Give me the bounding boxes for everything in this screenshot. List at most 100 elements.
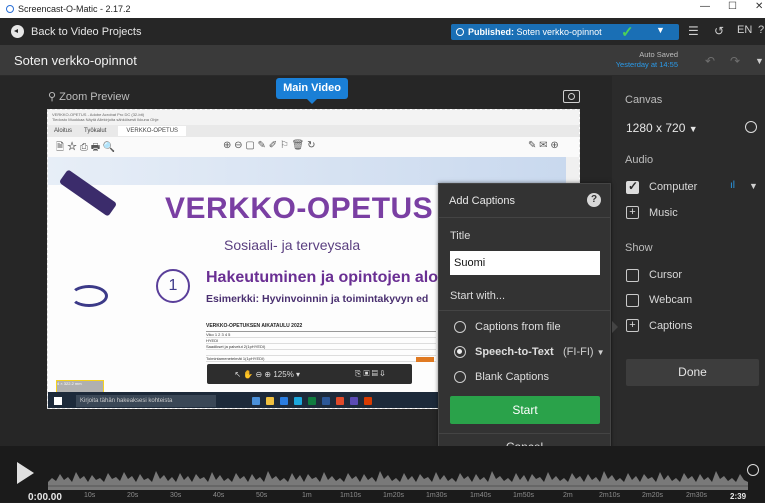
music-label[interactable]: Music: [649, 207, 678, 219]
editor-workspace: ⚲ Zoom Preview Main Video VERKKO-OPETUS …: [0, 76, 765, 446]
time-tick: 2m: [563, 492, 573, 499]
windows-start-icon: [54, 397, 62, 405]
slide-subheading: Esimerkki: Hyvinvoinnin ja toimintakyvyn…: [206, 293, 429, 305]
cursor-label: Cursor: [649, 269, 683, 281]
published-name: Soten verkko-opinnot: [516, 27, 602, 37]
captions-label[interactable]: Captions: [649, 320, 692, 332]
menu-stack-icon[interactable]: ☰: [688, 24, 699, 38]
speech-to-text-label[interactable]: Speech-to-Text: [475, 346, 554, 358]
captions-from-file-label[interactable]: Captions from file: [475, 321, 561, 333]
dialog-title: Add Captions: [449, 195, 516, 207]
autosave-status: Auto Saved Yesterday at 14:55: [606, 50, 678, 70]
cursor-checkbox[interactable]: [626, 269, 639, 282]
captions-from-file-radio[interactable]: [454, 321, 466, 333]
computer-audio-checkbox[interactable]: [626, 179, 639, 194]
project-bar: Soten verkko-opinnot Auto Saved Yesterda…: [0, 45, 765, 76]
chevron-down-icon[interactable]: ▼: [656, 25, 665, 35]
show-label: Show: [625, 242, 653, 254]
camera-icon[interactable]: [563, 90, 580, 103]
time-tick: 2m10s: [599, 492, 621, 499]
minimize-button[interactable]: —: [700, 1, 710, 12]
app-icon: [6, 5, 14, 13]
time-tick: 30s: [170, 492, 182, 499]
floating-toolbar-icons: ⎘ ▣ ▤ ⇩: [354, 369, 385, 378]
play-icon[interactable]: [17, 462, 34, 484]
speech-language-value: (FI-FI): [563, 346, 594, 358]
taskbar-app-icon: [364, 397, 372, 405]
time-tick: 2m30s: [686, 492, 708, 499]
time-tick: 1m40s: [470, 492, 492, 499]
slide-heading: Hakeutuminen ja opintojen alo: [206, 269, 439, 286]
audio-waveform: [48, 471, 748, 490]
add-captions-dialog: Add Captions ? Title Start with... Capti…: [438, 183, 618, 466]
back-arrow-icon[interactable]: [11, 25, 24, 38]
more-menu-icon[interactable]: ▼: [755, 56, 764, 66]
right-panel: Canvas 1280 x 720 ▼ Audio Computer ıl ▼ …: [612, 76, 765, 446]
window-title: Screencast-O-Matic - 2.17.2: [18, 4, 131, 14]
time-tick: 20s: [127, 492, 139, 499]
acrobat-tabs: Aloitus Työkalut VERKKO-OPETUS: [48, 125, 579, 137]
published-status-button[interactable]: Published: Soten verkko-opinnot ✓ ▼: [451, 24, 679, 41]
blank-captions-label[interactable]: Blank Captions: [475, 371, 549, 383]
help-icon[interactable]: ?: [758, 24, 764, 36]
divider: [439, 310, 610, 311]
divider: [439, 217, 610, 218]
title-field-label: Title: [450, 230, 471, 242]
speech-to-text-radio[interactable]: [454, 346, 466, 358]
autosave-time: Yesterday at 14:55: [615, 60, 678, 69]
caption-title-input[interactable]: [450, 251, 600, 275]
canvas-size-dropdown[interactable]: 1280 x 720 ▼: [626, 121, 698, 135]
help-icon[interactable]: ?: [587, 193, 601, 207]
main-video-tag[interactable]: Main Video: [276, 78, 348, 104]
time-tick: 1m: [302, 492, 312, 499]
close-button[interactable]: ✕: [755, 1, 763, 12]
webcam-checkbox[interactable]: [626, 294, 639, 307]
autosave-label: Auto Saved: [639, 50, 678, 59]
time-tick: 1m30s: [426, 492, 448, 499]
blank-captions-radio[interactable]: [454, 371, 466, 383]
chevron-down-icon[interactable]: ▼: [749, 181, 758, 191]
taskbar-app-icon: [266, 397, 274, 405]
redo-icon[interactable]: ↷: [730, 54, 740, 68]
taskbar-app-icon: [252, 397, 260, 405]
window-titlebar: Screencast-O-Matic - 2.17.2 — ☐ ✕: [0, 0, 765, 18]
start-with-label: Start with...: [450, 290, 506, 302]
acrobat-tab-active: VERKKO-OPETUS: [118, 126, 187, 136]
time-tick: 1m50s: [513, 492, 535, 499]
end-time: 2:39: [730, 492, 747, 501]
timeline[interactable]: 0:00.00 10s 20s 30s 40s 50s 1m 1m10s 1m2…: [0, 446, 765, 503]
chevron-down-icon: ▼: [596, 348, 605, 357]
slide-subtitle: Sosiaali- ja terveysala: [224, 237, 361, 253]
speech-language-dropdown[interactable]: (FI-FI) ▼: [563, 346, 605, 358]
language-button[interactable]: EN: [737, 24, 752, 36]
back-to-projects-link[interactable]: Back to Video Projects: [31, 26, 141, 38]
acrobat-tab: Aloitus: [54, 128, 73, 134]
taskbar-app-icon: [322, 397, 330, 405]
divider: [439, 433, 610, 434]
add-music-icon[interactable]: +: [626, 206, 639, 219]
canvas-color-swatch[interactable]: [745, 121, 757, 133]
search-icon: ⚲: [48, 91, 57, 103]
current-time: 0:00.00: [28, 492, 62, 503]
table-row: Toimintamenetelmät 1(1pHYEDI): [206, 356, 436, 362]
timeline-search-icon[interactable]: [747, 464, 759, 476]
history-icon[interactable]: ↺: [714, 24, 724, 38]
schedule-bar-orange: [416, 357, 434, 362]
canvas-label: Canvas: [625, 94, 663, 106]
add-captions-icon[interactable]: +: [626, 319, 639, 332]
start-button[interactable]: Start: [450, 396, 600, 424]
maximize-button[interactable]: ☐: [728, 1, 737, 12]
taskbar-app-icon: [336, 397, 344, 405]
acrobat-tools-icons: 🗎 ☆ ⎙ 🖶 🔍: [56, 142, 116, 153]
zoom-preview-button[interactable]: ⚲ Zoom Preview: [48, 90, 129, 103]
time-tick: 40s: [213, 492, 225, 499]
computer-audio-label: Computer: [649, 181, 698, 193]
acrobat-tab: Työkalut: [84, 128, 107, 134]
done-button[interactable]: Done: [626, 359, 759, 386]
project-title[interactable]: Soten verkko-opinnot: [14, 53, 137, 68]
slide-title: VERKKO-OPETUS: [165, 192, 434, 225]
acrobat-floating-toolbar: ↖ ✋ ⊖ ⊕ 125% ▾ ⎘ ▣ ▤ ⇩: [207, 364, 412, 384]
undo-icon[interactable]: ↶: [705, 54, 715, 68]
audio-level-icon: ıl: [730, 180, 735, 191]
acrobat-nav-icons: ⊕ ⊖ ▢ ✎ ✐ ⚐ 🗑 ↻: [223, 140, 316, 151]
